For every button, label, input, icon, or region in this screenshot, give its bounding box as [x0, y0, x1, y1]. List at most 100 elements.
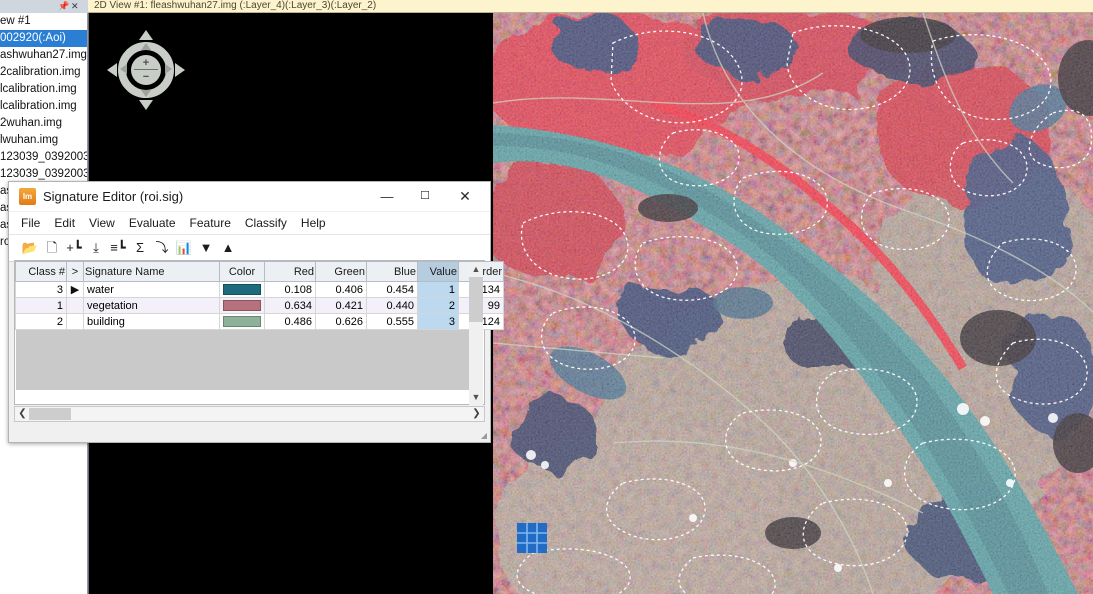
tree-item[interactable]: 123039_0392003C	[0, 149, 87, 166]
zoom-out-button[interactable]: −	[131, 72, 161, 83]
cell-blue[interactable]: 0.454	[366, 281, 418, 298]
menu-bar[interactable]: File Edit View Evaluate Feature Classify Help	[9, 212, 490, 235]
zoom-core[interactable]: + −	[131, 55, 161, 85]
toolbar[interactable]: 📂 🗋 +┗ ⤓ ≡┗ Σ ⤵ 📊 ▼ ▲	[9, 235, 490, 262]
tree-item[interactable]: lcalibration.img	[0, 98, 87, 115]
cell-green[interactable]: 0.421	[315, 297, 367, 314]
cell-blue[interactable]: 0.440	[366, 297, 418, 314]
close-icon[interactable]: ✕	[71, 1, 79, 12]
navigator-control[interactable]: + −	[107, 30, 185, 110]
cell-signature-name[interactable]: vegetation	[83, 297, 220, 314]
move-up-icon[interactable]: ▲	[217, 235, 239, 261]
cell-value[interactable]: 2	[417, 297, 459, 314]
minimize-button[interactable]: —	[368, 182, 406, 211]
move-down-icon[interactable]: ▼	[195, 235, 217, 261]
merge-signature-icon[interactable]: ⤓	[85, 235, 107, 261]
tree-item[interactable]: 002920(:Aoi)	[0, 30, 87, 47]
false-color-satellite-image	[493, 13, 1093, 594]
cell-green[interactable]: 0.406	[315, 281, 367, 298]
pan-north-icon[interactable]	[139, 30, 153, 40]
menu-view[interactable]: View	[89, 212, 115, 234]
menu-file[interactable]: File	[21, 212, 40, 234]
cell-color-swatch[interactable]	[219, 281, 265, 298]
current-row-marker[interactable]: ▶	[66, 281, 84, 298]
horizontal-scrollbar[interactable]: ❮ ❯	[14, 406, 485, 422]
new-file-icon[interactable]: 🗋	[41, 235, 63, 261]
cell-value[interactable]: 1	[417, 281, 459, 298]
cell-color-swatch[interactable]	[219, 297, 265, 314]
signature-curve-icon[interactable]: ⤵	[151, 235, 173, 261]
column-header-marker[interactable]: >	[66, 261, 84, 282]
cell-signature-name[interactable]: water	[83, 281, 220, 298]
view-titlebar[interactable]: 2D View #1: fleashwuhan27.img (:Layer_4)…	[88, 0, 1093, 13]
zoom-in-button[interactable]: +	[131, 58, 161, 69]
histogram-icon[interactable]: 📊	[173, 235, 195, 261]
cell-green[interactable]: 0.626	[315, 313, 367, 330]
table-row[interactable]: 3 ▶ water 0.108 0.406 0.454 1 134	[15, 281, 504, 298]
pan-west-icon[interactable]	[107, 63, 117, 77]
cell-class[interactable]: 2	[15, 313, 67, 330]
column-header-color[interactable]: Color	[219, 261, 265, 282]
cell-red[interactable]: 0.486	[264, 313, 316, 330]
chevron-down-icon[interactable]: ▼	[469, 390, 483, 405]
chevron-up-icon[interactable]: ▲	[469, 262, 483, 277]
list-signature-icon[interactable]: ≡┗	[107, 235, 129, 261]
column-header-green[interactable]: Green	[315, 261, 367, 282]
vertical-scrollbar[interactable]: ▲ ▼	[469, 262, 483, 405]
column-header-value[interactable]: Value	[417, 261, 459, 282]
cell-value[interactable]: 3	[417, 313, 459, 330]
dialog-titlebar[interactable]: Im Signature Editor (roi.sig) — ☐ ✕	[9, 182, 490, 212]
cell-blue[interactable]: 0.555	[366, 313, 418, 330]
pan-south-icon[interactable]	[139, 100, 153, 110]
cell-class[interactable]: 3	[15, 281, 67, 298]
signature-grid[interactable]: Class # > Signature Name Color Red Green…	[15, 261, 504, 330]
pan-east-icon[interactable]	[175, 63, 185, 77]
add-signature-icon[interactable]: +┗	[63, 235, 85, 261]
close-button[interactable]: ✕	[446, 182, 484, 211]
chevron-left-icon[interactable]: ❮	[16, 407, 29, 421]
color-swatch[interactable]	[223, 284, 261, 295]
menu-feature[interactable]: Feature	[190, 212, 231, 234]
resize-grip[interactable]: ◢	[481, 431, 487, 440]
tree-item[interactable]: 2wuhan.img	[0, 115, 87, 132]
column-header-blue[interactable]: Blue	[366, 261, 418, 282]
arrow-right-icon[interactable]	[165, 64, 172, 74]
current-row-marker[interactable]	[66, 297, 84, 314]
pin-icon[interactable]: 📌	[58, 1, 69, 12]
aoi-grid-marker	[517, 523, 547, 553]
maximize-button[interactable]: ☐	[406, 182, 444, 211]
cell-signature-name[interactable]: building	[83, 313, 220, 330]
signature-table[interactable]: Class # > Signature Name Color Red Green…	[14, 260, 504, 405]
tree-item[interactable]: lwuhan.img	[0, 132, 87, 149]
cell-red[interactable]: 0.108	[264, 281, 316, 298]
column-header-signature-name[interactable]: Signature Name	[83, 261, 220, 282]
tree-item[interactable]: ew #1	[0, 13, 87, 30]
chevron-right-icon[interactable]: ❯	[470, 407, 483, 421]
raster-image-display[interactable]	[493, 13, 1093, 594]
arrow-up-icon[interactable]	[141, 43, 151, 50]
color-swatch[interactable]	[223, 316, 261, 327]
table-row[interactable]: 1 vegetation 0.634 0.421 0.440 2 99	[15, 297, 504, 314]
menu-classify[interactable]: Classify	[245, 212, 287, 234]
menu-evaluate[interactable]: Evaluate	[129, 212, 176, 234]
cell-red[interactable]: 0.634	[264, 297, 316, 314]
menu-help[interactable]: Help	[301, 212, 326, 234]
scrollbar-thumb[interactable]	[469, 277, 483, 322]
tree-item[interactable]: 2calibration.img	[0, 64, 87, 81]
cell-color-swatch[interactable]	[219, 313, 265, 330]
current-row-marker[interactable]	[66, 313, 84, 330]
column-header-class[interactable]: Class #	[15, 261, 67, 282]
scrollbar-thumb-h[interactable]	[29, 408, 71, 420]
statistics-sigma-icon[interactable]: Σ	[129, 235, 151, 261]
menu-edit[interactable]: Edit	[54, 212, 75, 234]
tree-item[interactable]: ashwuhan27.img	[0, 47, 87, 64]
arrow-left-icon[interactable]	[120, 64, 127, 74]
cell-class[interactable]: 1	[15, 297, 67, 314]
column-header-red[interactable]: Red	[264, 261, 316, 282]
color-swatch[interactable]	[223, 300, 261, 311]
arrow-down-icon[interactable]	[141, 90, 151, 97]
open-folder-icon[interactable]: 📂	[19, 235, 41, 261]
table-row[interactable]: 2 building 0.486 0.626 0.555 3 124	[15, 313, 504, 330]
signature-editor-dialog[interactable]: Im Signature Editor (roi.sig) — ☐ ✕ File…	[8, 181, 504, 443]
tree-item[interactable]: lcalibration.img	[0, 81, 87, 98]
